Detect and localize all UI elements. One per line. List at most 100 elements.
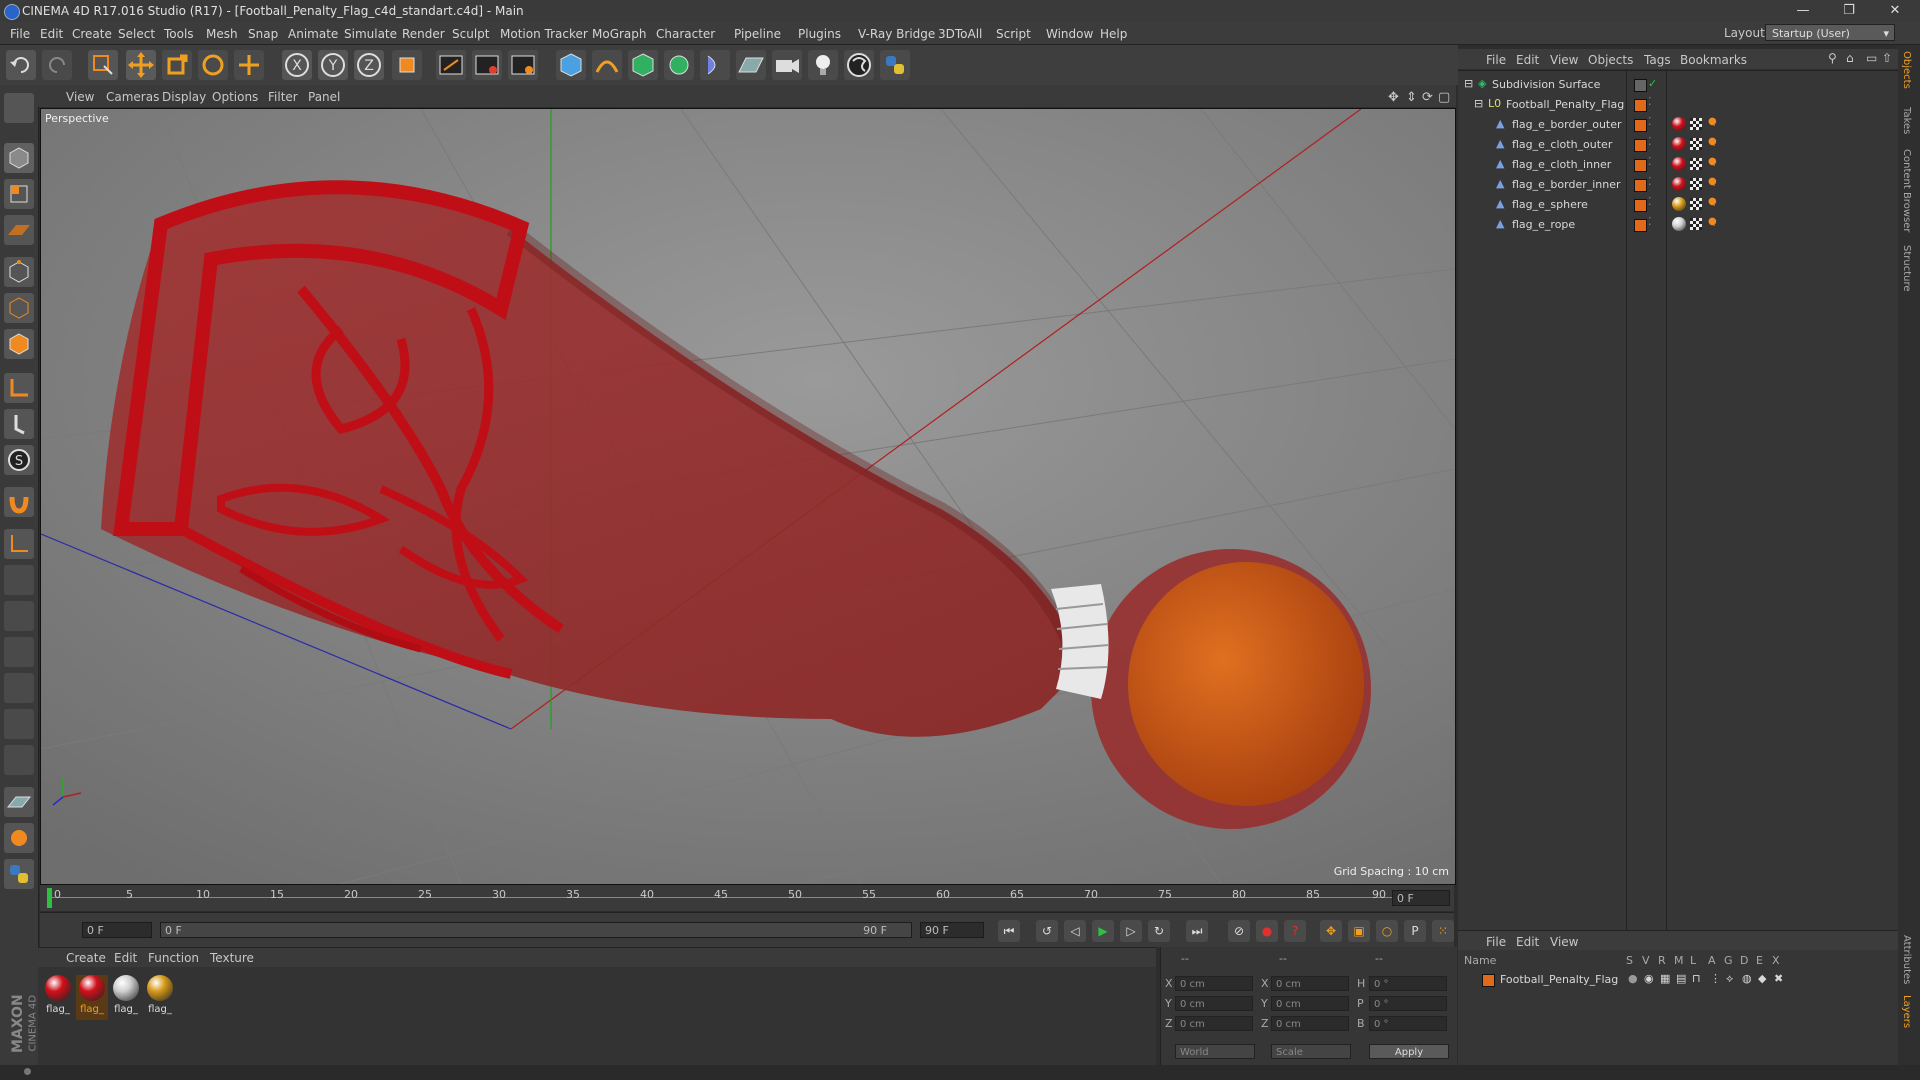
points-mode-icon[interactable] bbox=[4, 257, 34, 287]
material-tag-icon[interactable] bbox=[1672, 137, 1686, 151]
close-button[interactable]: ✕ bbox=[1872, 0, 1918, 22]
subdivision-surface-icon[interactable] bbox=[628, 50, 658, 80]
next-frame-icon[interactable]: ▷ bbox=[1120, 920, 1142, 942]
perspective-viewport[interactable]: Perspective Grid Spacing : 10 cm bbox=[40, 108, 1456, 885]
tab-objects[interactable]: Objects bbox=[1901, 51, 1912, 89]
go-to-start-icon[interactable]: ⏮ bbox=[998, 920, 1020, 942]
size-z-field[interactable]: 0 cm bbox=[1271, 1016, 1349, 1031]
zoom-view-icon[interactable]: ⇕ bbox=[1406, 90, 1417, 105]
y-axis-lock-icon[interactable]: Y bbox=[318, 50, 348, 80]
lock-workplane-icon[interactable] bbox=[4, 787, 34, 817]
deformer-icon[interactable] bbox=[700, 50, 730, 80]
undo-icon[interactable] bbox=[6, 50, 36, 80]
material-tag-icon[interactable] bbox=[1672, 157, 1686, 171]
menu-animate[interactable]: Animate bbox=[288, 27, 338, 41]
material-swatch-selected[interactable]: flag_ bbox=[76, 975, 108, 1020]
om-menu-view[interactable]: View bbox=[1550, 53, 1578, 67]
uvw-tag-icon[interactable] bbox=[1690, 158, 1702, 170]
scale-tool-icon[interactable] bbox=[162, 50, 192, 80]
layer-color-swatch[interactable] bbox=[1482, 974, 1495, 987]
render-settings-icon[interactable] bbox=[508, 50, 538, 80]
layer-swatch[interactable] bbox=[1634, 139, 1647, 152]
tab-content-browser[interactable]: Content Browser bbox=[1901, 149, 1912, 232]
menu-window[interactable]: Window bbox=[1046, 27, 1093, 41]
keyframe-selection-icon[interactable]: ⊘ bbox=[1228, 920, 1250, 942]
phong-tag-icon[interactable]: ●̣ bbox=[1708, 136, 1717, 147]
locked-layer-icon[interactable]: ⊓ bbox=[1692, 972, 1701, 985]
playhead-marker[interactable] bbox=[47, 888, 52, 908]
visibility-dots-icon[interactable]: ⁚ bbox=[1648, 155, 1652, 168]
tab-takes[interactable]: Takes bbox=[1901, 107, 1912, 134]
menu-tools[interactable]: Tools bbox=[164, 27, 194, 41]
brush-icon[interactable] bbox=[4, 601, 34, 631]
menu-file[interactable]: File bbox=[10, 27, 30, 41]
menu-select[interactable]: Select bbox=[118, 27, 155, 41]
script-python-icon[interactable] bbox=[4, 859, 34, 889]
camera-icon[interactable] bbox=[772, 50, 802, 80]
layer-swatch[interactable] bbox=[1634, 79, 1647, 92]
autokey-icon[interactable]: ? bbox=[1284, 920, 1306, 942]
viewport-menu-panel[interactable]: Panel bbox=[308, 90, 340, 104]
maximize-view-icon[interactable]: ▢ bbox=[1438, 90, 1450, 105]
size-x-field[interactable]: 0 cm bbox=[1271, 976, 1349, 991]
position-x-field[interactable]: 0 cm bbox=[1175, 976, 1253, 991]
previous-key-icon[interactable]: ↺ bbox=[1036, 920, 1058, 942]
render-to-picture-viewer-icon[interactable] bbox=[472, 50, 502, 80]
layout-dropdown[interactable]: Startup (User) ▾ bbox=[1765, 24, 1895, 41]
filter-icon[interactable]: ⇧ bbox=[1882, 51, 1892, 65]
phong-tag-icon[interactable]: ●̣ bbox=[1708, 216, 1717, 227]
move-view-icon[interactable]: ✥ bbox=[1388, 90, 1399, 105]
object-row[interactable]: ▲ flag_e_border_outer ⁚ ●̣ bbox=[1458, 115, 1898, 134]
range-slider[interactable]: 0 F 90 F bbox=[160, 922, 912, 938]
visibility-dots-icon[interactable]: ⁚ bbox=[1648, 135, 1652, 148]
rotation-h-field[interactable]: 0 ° bbox=[1369, 976, 1447, 991]
object-row[interactable]: ⊟ ◈ Subdivision Surface ✓ bbox=[1458, 75, 1898, 94]
xref-layer-icon[interactable]: ✖ bbox=[1774, 972, 1783, 985]
collapse-icon[interactable]: ⊟ bbox=[1474, 97, 1483, 110]
menu-3dtoall[interactable]: 3DToAll bbox=[938, 27, 982, 41]
rotation-b-field[interactable]: 0 ° bbox=[1369, 1016, 1447, 1031]
phong-tag-icon[interactable]: ●̣ bbox=[1708, 116, 1717, 127]
stamp-icon[interactable] bbox=[4, 709, 34, 739]
object-row[interactable]: ▲ flag_e_cloth_outer ⁚ ●̣ bbox=[1458, 135, 1898, 154]
maximize-button[interactable]: ❐ bbox=[1826, 0, 1872, 22]
visibility-dots-icon[interactable]: ⁚ bbox=[1648, 195, 1652, 208]
pose-icon[interactable] bbox=[4, 673, 34, 703]
menu-create[interactable]: Create bbox=[72, 27, 112, 41]
current-frame-field[interactable]: 0 F bbox=[1392, 890, 1450, 906]
axis-mode-icon[interactable] bbox=[4, 373, 34, 403]
material-menu-function[interactable]: Function bbox=[148, 951, 199, 965]
viewport-menu-options[interactable]: Options bbox=[212, 90, 258, 104]
new-window-icon[interactable]: ▭ bbox=[1866, 51, 1877, 65]
object-row[interactable]: ▲ flag_e_border_inner ⁚ ●̣ bbox=[1458, 175, 1898, 194]
lm-menu-view[interactable]: View bbox=[1550, 935, 1578, 949]
workplane-icon[interactable] bbox=[4, 215, 34, 245]
redo-icon[interactable] bbox=[42, 50, 72, 80]
rotate-tool-icon[interactable] bbox=[198, 50, 228, 80]
menu-snap[interactable]: Snap bbox=[248, 27, 278, 41]
solo-layer-icon[interactable]: ● bbox=[1628, 972, 1638, 985]
layer-swatch[interactable] bbox=[1634, 199, 1647, 212]
paint-icon[interactable] bbox=[4, 745, 34, 775]
tab-attributes[interactable]: Attributes bbox=[1901, 935, 1912, 984]
menu-mesh[interactable]: Mesh bbox=[206, 27, 238, 41]
key-scale-icon[interactable]: ▣ bbox=[1348, 920, 1370, 942]
expressions-layer-icon[interactable]: ◆ bbox=[1758, 972, 1766, 985]
material-swatch[interactable]: flag_ bbox=[144, 975, 176, 1020]
polygons-mode-icon[interactable] bbox=[4, 329, 34, 359]
edges-mode-icon[interactable] bbox=[4, 293, 34, 323]
key-parameter-icon[interactable]: P bbox=[1404, 920, 1426, 942]
x-axis-lock-icon[interactable]: X bbox=[282, 50, 312, 80]
render-layer-icon[interactable]: ▦ bbox=[1660, 972, 1670, 985]
transform-tool-icon[interactable] bbox=[234, 50, 264, 80]
apply-button[interactable]: Apply bbox=[1369, 1044, 1449, 1059]
tab-structure[interactable]: Structure bbox=[1901, 245, 1912, 292]
search-icon[interactable]: ⚲ bbox=[1828, 51, 1837, 65]
visibility-dots-icon[interactable]: ⁚ bbox=[1648, 215, 1652, 228]
play-icon[interactable]: ▶ bbox=[1092, 920, 1114, 942]
rotation-p-field[interactable]: 0 ° bbox=[1369, 996, 1447, 1011]
uvw-tag-icon[interactable] bbox=[1690, 198, 1702, 210]
menu-mograph[interactable]: MoGraph bbox=[592, 27, 647, 41]
minimize-button[interactable]: — bbox=[1780, 0, 1826, 22]
menu-sculpt[interactable]: Sculpt bbox=[452, 27, 489, 41]
